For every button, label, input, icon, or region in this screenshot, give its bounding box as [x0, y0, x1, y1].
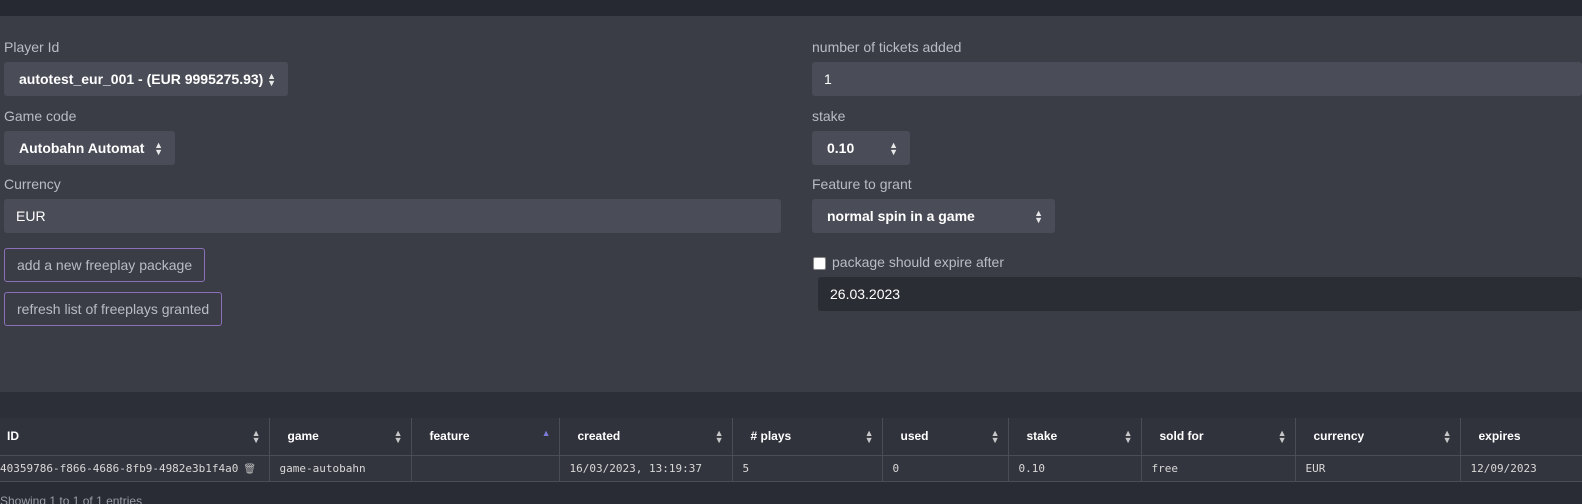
player-id-select[interactable]: autotest_eur_001 - (EUR 9995275.93) ▲ ▼	[4, 62, 288, 96]
select-arrows-icon: ▲ ▼	[889, 139, 898, 157]
column-header-used[interactable]: used ▲ ▼	[882, 418, 1009, 456]
feature-value: normal spin in a game	[827, 208, 975, 224]
cell-used: 0	[882, 455, 1009, 482]
cell-created: 16/03/2023, 13:19:37	[559, 455, 733, 482]
column-header-feature[interactable]: feature ▲	[411, 418, 560, 456]
column-header-sold-for[interactable]: sold for ▲ ▼	[1141, 418, 1296, 456]
sort-icon: ▲ ▼	[1442, 427, 1452, 445]
top-bar	[0, 0, 1582, 16]
column-header-stake[interactable]: stake ▲ ▼	[1008, 418, 1142, 456]
expire-checkbox[interactable]	[813, 257, 826, 270]
cell-feature	[411, 455, 560, 482]
stake-select[interactable]: 0.10 ▲ ▼	[812, 131, 910, 165]
trash-icon[interactable]: 🗑	[243, 464, 256, 475]
column-header-expires[interactable]: expires	[1460, 418, 1582, 456]
stake-label: stake	[812, 108, 846, 124]
column-header-plays[interactable]: # plays ▲ ▼	[732, 418, 883, 456]
table-info: Showing 1 to 1 of 1 entries	[0, 494, 143, 504]
sort-ascending-icon: ▲	[541, 428, 551, 438]
column-header-game[interactable]: game ▲ ▼	[269, 418, 412, 456]
player-id-label: Player Id	[4, 39, 60, 55]
select-arrows-icon: ▲ ▼	[154, 139, 163, 157]
select-arrows-icon: ▲ ▼	[1034, 207, 1043, 225]
refresh-freeplays-button[interactable]: refresh list of freeplays granted	[4, 292, 223, 326]
expire-date-input[interactable]: 26.03.2023	[818, 277, 1582, 311]
table-header-row: ID ▲ ▼ game ▲ ▼ feature ▲ created ▲ ▼ # plays ▲ ▼…	[0, 418, 1582, 456]
select-arrows-icon: ▲ ▼	[267, 70, 276, 88]
freeplays-table: ID ▲ ▼ game ▲ ▼ feature ▲ created ▲ ▼ # plays ▲ ▼…	[0, 418, 1582, 482]
section-divider	[0, 392, 1582, 418]
column-header-created[interactable]: created ▲ ▼	[559, 418, 733, 456]
sort-icon: ▲ ▼	[864, 427, 874, 445]
tickets-label: number of tickets added	[812, 39, 962, 55]
tickets-value: 1	[824, 71, 832, 87]
sort-icon: ▲ ▼	[714, 427, 724, 445]
game-code-label: Game code	[4, 108, 77, 124]
expire-date-value: 26.03.2023	[830, 286, 901, 302]
cell-expires: 12/09/2023	[1460, 455, 1582, 482]
currency-label: Currency	[4, 176, 61, 192]
tickets-input[interactable]: 1	[812, 62, 1582, 96]
currency-input[interactable]: EUR	[4, 199, 781, 233]
cell-currency: EUR	[1295, 455, 1461, 482]
feature-label: Feature to grant	[812, 176, 912, 192]
table-row: 40359786-f866-4686-8fb9-4982e3b1f4a0 🗑 ga…	[0, 455, 1582, 482]
feature-select[interactable]: normal spin in a game ▲ ▼	[812, 199, 1055, 233]
cell-stake: 0.10	[1008, 455, 1142, 482]
expire-label: package should expire after	[832, 254, 1004, 270]
sort-icon: ▲ ▼	[990, 427, 1000, 445]
game-code-value: Autobahn Automat	[19, 140, 145, 156]
cell-game: game-autobahn	[269, 455, 412, 482]
stake-value: 0.10	[827, 140, 855, 156]
player-id-value: autotest_eur_001 - (EUR 9995275.93)	[19, 71, 264, 87]
sort-icon: ▲ ▼	[1123, 427, 1133, 445]
sort-icon: ▲ ▼	[1277, 427, 1287, 445]
cell-id: 40359786-f866-4686-8fb9-4982e3b1f4a0 🗑	[0, 455, 270, 482]
cell-sold-for: free	[1141, 455, 1296, 482]
sort-icon: ▲ ▼	[251, 427, 261, 445]
sort-icon: ▲ ▼	[393, 427, 403, 445]
column-header-currency[interactable]: currency ▲ ▼	[1295, 418, 1461, 456]
column-header-id[interactable]: ID ▲ ▼	[0, 418, 270, 456]
freeplay-form-panel: Player Id autotest_eur_001 - (EUR 999527…	[0, 16, 1582, 392]
add-freeplay-button[interactable]: add a new freeplay package	[4, 248, 206, 282]
cell-plays: 5	[732, 455, 883, 482]
game-code-select[interactable]: Autobahn Automat ▲ ▼	[4, 131, 175, 165]
currency-value: EUR	[16, 208, 46, 224]
